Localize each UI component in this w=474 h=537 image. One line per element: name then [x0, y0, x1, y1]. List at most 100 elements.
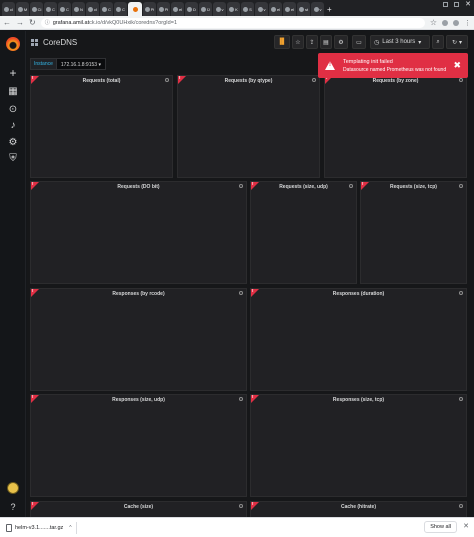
- panel[interactable]: ! Responses (size, tcp): [250, 394, 467, 497]
- panel[interactable]: ! Requests (total): [30, 75, 173, 178]
- refresh-button[interactable]: ↻ ▾: [446, 35, 468, 49]
- panel-info-icon[interactable]: [459, 184, 463, 188]
- panel-info-icon[interactable]: [239, 291, 243, 295]
- tv-mode-button[interactable]: ▭: [352, 35, 366, 49]
- dashboard-settings-button[interactable]: ⚙: [334, 35, 348, 49]
- url-path: ck.io/d/vkQ0UHxik/coredns?orgId=1: [89, 19, 177, 26]
- browser-tab[interactable]: v: [311, 2, 324, 16]
- browser-tab[interactable]: Pi: [143, 2, 156, 16]
- minimize-icon[interactable]: [443, 2, 449, 7]
- panel-title[interactable]: Requests (by zone): [325, 78, 466, 84]
- panel[interactable]: ! Requests (DO bit): [30, 181, 247, 284]
- browser-tab[interactable]: st: [297, 2, 310, 16]
- panel[interactable]: ! Requests (size, tcp): [360, 181, 467, 284]
- maximize-icon[interactable]: [454, 2, 460, 7]
- instance-variable-select[interactable]: 172.16.1.8:9153 ▾: [56, 58, 106, 70]
- new-tab-button[interactable]: +: [327, 4, 332, 16]
- create-plus-icon[interactable]: +: [7, 67, 19, 79]
- server-admin-shield-icon[interactable]: ⛨: [7, 153, 19, 165]
- chevron-up-icon[interactable]: ^: [69, 525, 71, 531]
- panel-title[interactable]: Requests (size, udp): [251, 184, 356, 190]
- close-downloads-icon[interactable]: ✕: [463, 522, 469, 530]
- dashboards-icon[interactable]: ▦: [7, 86, 19, 98]
- alert-close-icon[interactable]: ✖: [453, 60, 461, 71]
- panel-title[interactable]: Responses (duration): [251, 291, 466, 297]
- browser-tab[interactable]: C: [100, 2, 113, 16]
- show-all-button[interactable]: Show all: [424, 521, 457, 533]
- panel-info-icon[interactable]: [459, 397, 463, 401]
- browser-tab[interactable]: v: [213, 2, 226, 16]
- browser-tab[interactable]: el: [283, 2, 296, 16]
- panel[interactable]: ! Responses (duration): [250, 288, 467, 391]
- browser-tab[interactable]: el: [171, 2, 184, 16]
- panel-title[interactable]: Requests (total): [31, 78, 172, 84]
- add-panel-button[interactable]: ▐▌: [274, 35, 290, 49]
- panel[interactable]: ! Requests (by qtype): [177, 75, 320, 178]
- browser-tab[interactable]: C: [114, 2, 127, 16]
- time-picker-button[interactable]: ◷ Last 3 hours ▾: [370, 35, 430, 49]
- panel-info-icon[interactable]: [165, 78, 169, 82]
- forward-icon[interactable]: →: [16, 18, 24, 27]
- browser-tab[interactable]: Pi: [157, 2, 170, 16]
- download-item[interactable]: helm-v3.1.......tar.gz ^: [6, 523, 72, 532]
- panel-title[interactable]: Requests (size, tcp): [361, 184, 466, 190]
- zoom-out-button[interactable]: ⌕: [432, 35, 444, 49]
- browser-tab[interactable]: el: [269, 2, 282, 16]
- panel-title[interactable]: Cache (hitrate): [251, 504, 466, 510]
- reload-icon[interactable]: ↻: [29, 18, 36, 27]
- panel-info-icon[interactable]: [239, 504, 243, 508]
- profile-icon[interactable]: [453, 19, 459, 26]
- alerting-bell-icon[interactable]: ♪: [7, 120, 19, 132]
- browser-tab[interactable]: S: [241, 2, 254, 16]
- panel-info-icon[interactable]: [239, 397, 243, 401]
- panel-info-icon[interactable]: [239, 184, 243, 188]
- panel[interactable]: ! Responses (by rcode): [30, 288, 247, 391]
- bookmark-star-icon[interactable]: ☆: [430, 18, 437, 27]
- browser-tab[interactable]: [128, 2, 142, 16]
- star-dashboard-button[interactable]: ☆: [292, 35, 304, 49]
- panel-info-icon[interactable]: [312, 78, 316, 82]
- address-bar[interactable]: ⓘ grafana.amil.at ck.io/d/vkQ0UHxik/cored…: [40, 17, 425, 28]
- panel-title[interactable]: Responses (size, udp): [31, 397, 246, 403]
- tab-favicon-icon: [60, 6, 66, 12]
- browser-tab[interactable]: v: [255, 2, 268, 16]
- browser-tab[interactable]: N: [72, 2, 85, 16]
- browser-tab[interactable]: C: [44, 2, 57, 16]
- share-dashboard-button[interactable]: ⇪: [306, 35, 318, 49]
- panel-title[interactable]: Responses (size, tcp): [251, 397, 466, 403]
- browser-tab[interactable]: cl: [2, 2, 15, 16]
- panel[interactable]: ! Cache (hitrate): [250, 501, 467, 517]
- panel-info-icon[interactable]: [459, 78, 463, 82]
- back-icon[interactable]: ←: [3, 18, 11, 27]
- window-close-icon[interactable]: ✕: [465, 1, 471, 8]
- dashboard-title[interactable]: CoreDNS: [43, 38, 77, 47]
- browser-tab[interactable]: M: [16, 2, 29, 16]
- site-info-icon[interactable]: ⓘ: [45, 19, 50, 26]
- extension-icon[interactable]: [442, 19, 448, 26]
- browser-menu-icon[interactable]: ⋮: [464, 19, 471, 27]
- user-avatar[interactable]: [7, 482, 19, 494]
- panel[interactable]: ! Requests (size, udp): [250, 181, 357, 284]
- help-icon[interactable]: ?: [7, 501, 19, 513]
- save-dashboard-button[interactable]: ▤: [320, 35, 332, 49]
- browser-tab[interactable]: cl: [86, 2, 99, 16]
- panel[interactable]: ! Responses (size, udp): [30, 394, 247, 497]
- grafana-logo-icon[interactable]: [6, 37, 20, 51]
- panel-title[interactable]: Requests (by qtype): [178, 78, 319, 84]
- panel[interactable]: !Requests (by zone): [324, 75, 467, 178]
- panel-info-icon[interactable]: [459, 504, 463, 508]
- panel[interactable]: ! Cache (size): [30, 501, 247, 517]
- browser-tab[interactable]: D: [185, 2, 198, 16]
- panel-title[interactable]: Cache (size): [31, 504, 246, 510]
- panel-title[interactable]: Requests (DO bit): [31, 184, 246, 190]
- browser-tab[interactable]: K: [227, 2, 240, 16]
- browser-tab[interactable]: Ü: [199, 2, 212, 16]
- panel-info-icon[interactable]: [459, 291, 463, 295]
- configuration-gear-icon[interactable]: ⚙: [7, 137, 19, 149]
- panel-title[interactable]: Responses (by rcode): [31, 291, 246, 297]
- browser-tab[interactable]: C: [58, 2, 71, 16]
- browser-tab[interactable]: Ci: [30, 2, 43, 16]
- refresh-caret-icon: ▾: [459, 39, 463, 46]
- panel-info-icon[interactable]: [349, 184, 353, 188]
- explore-icon[interactable]: ⊙: [7, 104, 19, 116]
